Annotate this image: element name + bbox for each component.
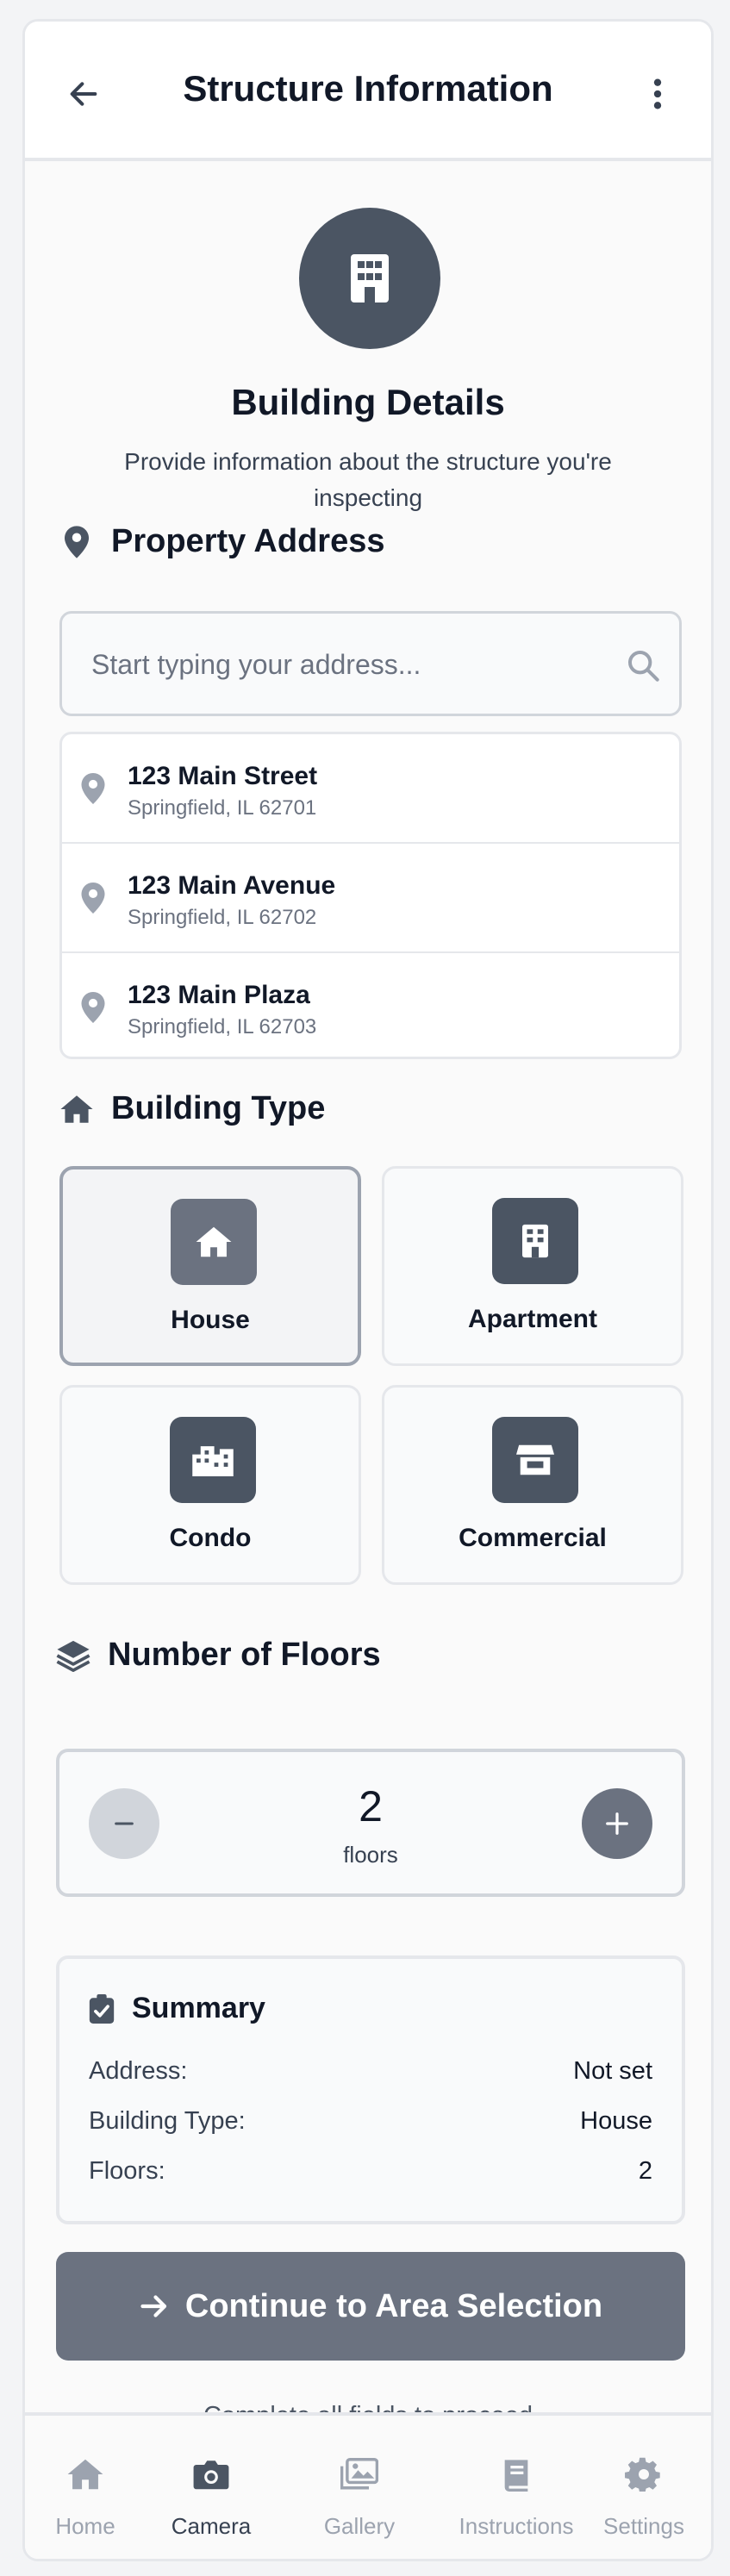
suggestion-city: Springfield, IL 62703 — [128, 1015, 317, 1039]
map-pin-icon — [81, 992, 105, 1023]
home-icon — [67, 2459, 103, 2490]
nav-label: Instructions — [459, 2513, 574, 2539]
section-heading: Building Details — [231, 382, 505, 422]
address-suggestion[interactable]: 123 Main Plaza Springfield, IL 62703 — [62, 953, 679, 1057]
summary-key: Address: — [89, 2057, 188, 2085]
map-pin-icon — [81, 883, 105, 914]
gear-icon — [625, 2457, 660, 2493]
nav-label: Camera — [171, 2513, 252, 2539]
app-frame: Structure Information Building Details P… — [22, 19, 714, 2561]
more-vertical-icon — [653, 78, 662, 109]
nav-label: Settings — [603, 2513, 684, 2539]
address-suggestion[interactable]: 123 Main Avenue Springfield, IL 62702 — [62, 844, 679, 953]
summary-row-floors: Floors: 2 — [89, 2157, 652, 2192]
arrow-right-icon — [140, 2295, 166, 2317]
nav-item-instructions[interactable]: Instructions — [447, 2457, 585, 2540]
nav-label: Home — [55, 2513, 115, 2539]
house-icon — [171, 1199, 257, 1285]
map-pin-icon — [59, 525, 94, 559]
address-section-title: Property Address — [59, 523, 384, 560]
floors-section-title: Number of Floors — [56, 1637, 381, 1674]
address-suggestions: 123 Main Street Springfield, IL 62701 12… — [59, 732, 682, 1059]
summary-value: House — [580, 2107, 652, 2135]
summary-title: Summary — [89, 1992, 265, 2025]
nav-item-camera[interactable]: Camera — [151, 2457, 271, 2540]
building-type-section-label: Building Type — [111, 1090, 326, 1126]
summary-key: Floors: — [89, 2157, 165, 2185]
app-header: Structure Information — [25, 22, 711, 161]
continue-button[interactable]: Continue to Area Selection — [56, 2252, 685, 2361]
house-icon — [59, 1092, 94, 1126]
store-icon — [492, 1417, 578, 1503]
suggestion-city: Springfield, IL 62702 — [128, 906, 317, 929]
building-type-label: Apartment — [467, 1305, 597, 1333]
summary-title-label: Summary — [132, 1992, 265, 2024]
summary-row-address: Address: Not set — [89, 2057, 652, 2092]
building-type-house[interactable]: House — [59, 1166, 361, 1366]
suggestion-street: 123 Main Street — [128, 762, 318, 790]
search-icon — [628, 651, 659, 682]
more-options-button[interactable] — [633, 70, 682, 118]
book-icon — [504, 2460, 528, 2492]
address-search-field[interactable] — [59, 611, 682, 716]
nav-item-gallery[interactable]: Gallery — [299, 2457, 420, 2540]
suggestion-street: 123 Main Avenue — [128, 871, 336, 900]
address-section-label: Property Address — [111, 523, 385, 559]
building-type-label: Commercial — [459, 1524, 607, 1552]
summary-value: Not set — [573, 2057, 652, 2085]
building-type-label: House — [171, 1306, 250, 1334]
building-type-section-title: Building Type — [59, 1090, 325, 1127]
plus-icon — [606, 1812, 628, 1835]
summary-card: Summary Address: Not set Building Type: … — [56, 1955, 685, 2224]
apartment-icon — [492, 1198, 578, 1284]
continue-button-label: Continue to Area Selection — [184, 2287, 603, 2324]
section-description: Provide information about the structure … — [124, 448, 612, 511]
summary-value: 2 — [638, 2157, 652, 2185]
nav-item-settings[interactable]: Settings — [583, 2457, 704, 2540]
nav-item-home[interactable]: Home — [25, 2457, 146, 2540]
summary-key: Building Type: — [89, 2107, 246, 2135]
hero-building-badge — [299, 208, 440, 349]
camera-icon — [193, 2461, 229, 2490]
address-suggestion[interactable]: 123 Main Street Springfield, IL 62701 — [62, 734, 679, 844]
building-type-apartment[interactable]: Apartment — [382, 1166, 683, 1366]
map-pin-icon — [81, 773, 105, 804]
building-type-condo[interactable]: Condo — [59, 1385, 361, 1585]
nav-label: Gallery — [323, 2513, 396, 2539]
floors-section-label: Number of Floors — [108, 1637, 381, 1673]
floors-stepper: 2 floors — [56, 1749, 685, 1897]
floors-unit: floors — [343, 1842, 398, 1868]
building-icon — [351, 254, 389, 303]
clipboard-check-icon — [89, 1993, 115, 2024]
bottom-nav: Home Camera Gallery Instructions Setting… — [25, 2412, 711, 2559]
layers-icon — [56, 1638, 90, 1673]
condo-icon — [170, 1417, 256, 1503]
building-type-label: Condo — [169, 1524, 252, 1552]
address-search-input[interactable] — [90, 614, 610, 715]
suggestion-street: 123 Main Plaza — [128, 981, 310, 1009]
gallery-icon — [340, 2457, 379, 2490]
summary-row-building-type: Building Type: House — [89, 2107, 652, 2142]
suggestion-city: Springfield, IL 62701 — [128, 796, 317, 820]
page-title: Structure Information — [183, 68, 553, 109]
building-type-commercial[interactable]: Commercial — [382, 1385, 683, 1585]
main-content: Building Details Provide information abo… — [25, 161, 711, 2429]
increment-floors-button[interactable] — [582, 1788, 652, 1859]
